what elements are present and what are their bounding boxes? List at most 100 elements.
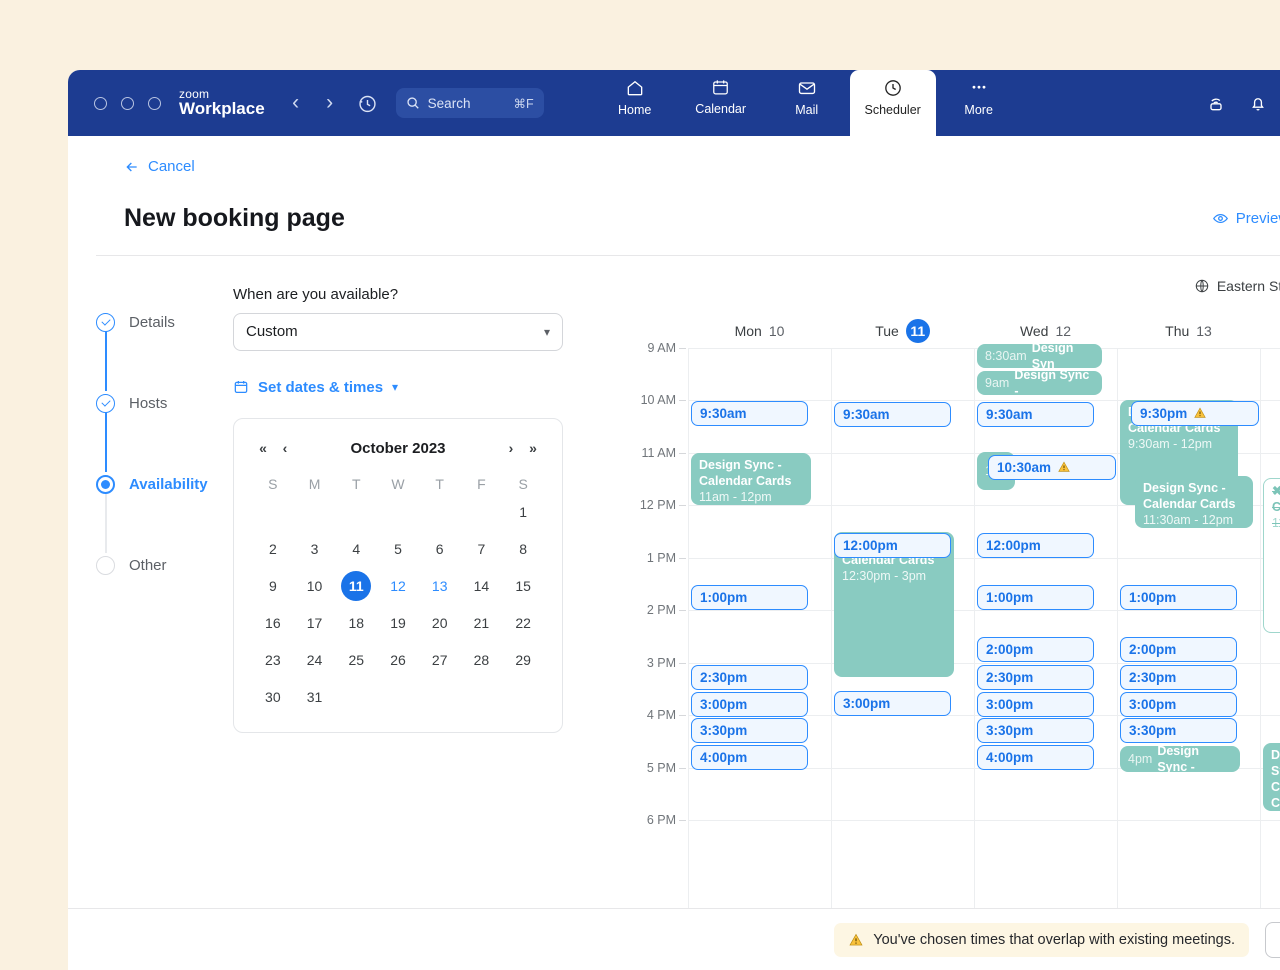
day-cell-21[interactable]: 21 xyxy=(461,608,503,638)
day-cell-5[interactable]: 5 xyxy=(377,534,419,564)
wifi-signal-icon[interactable] xyxy=(1206,93,1226,113)
day-cell-25[interactable]: 25 xyxy=(335,645,377,675)
day-cell-16[interactable]: 16 xyxy=(252,608,294,638)
day-cell-30[interactable]: 30 xyxy=(252,682,294,712)
tab-scheduler[interactable]: Scheduler xyxy=(850,70,936,136)
day-cell-2[interactable]: 2 xyxy=(252,534,294,564)
day-cell-13[interactable]: 13 xyxy=(419,571,461,601)
availability-slot-wed-1030am[interactable]: 10:30am xyxy=(988,455,1116,480)
availability-slot-wed-230pm[interactable]: 2:30pm xyxy=(977,665,1094,690)
step-label-hosts: Hosts xyxy=(129,395,167,412)
day-cell-3[interactable]: 3 xyxy=(294,534,336,564)
cancel-button[interactable]: Cancel xyxy=(124,158,195,175)
day-cell-19[interactable]: 19 xyxy=(377,608,419,638)
availability-slot-thu-930pm[interactable]: 9:30pm xyxy=(1131,401,1259,426)
availability-slot-thu-200pm[interactable]: 2:00pm xyxy=(1120,637,1237,662)
day-cell-28[interactable]: 28 xyxy=(461,645,503,675)
day-cell-15[interactable]: 15 xyxy=(502,571,544,601)
slot-time-label: 9:30pm xyxy=(1140,406,1187,421)
availability-calendar: Eastern Standard T Mon10Tue11Wed12Thu13 … xyxy=(628,256,1280,916)
sidebar-item-details[interactable]: Details xyxy=(96,310,233,336)
calendar-event-wed-9am[interactable]: 9amDesign Sync - xyxy=(977,371,1102,395)
day-cell-31[interactable]: 31 xyxy=(294,682,336,712)
availability-slot-mon-400pm[interactable]: 4:00pm xyxy=(691,745,808,770)
calendar-event-thu-4pm[interactable]: 4pmDesign Sync - xyxy=(1120,746,1240,772)
day-cell-6[interactable]: 6 xyxy=(419,534,461,564)
next-year-button[interactable]: » xyxy=(522,440,544,456)
event-time: 9am xyxy=(985,375,1009,391)
day-cell-11[interactable]: 11 xyxy=(335,571,377,601)
availability-slot-mon-100pm[interactable]: 1:00pm xyxy=(691,585,808,610)
prev-year-button[interactable]: « xyxy=(252,440,274,456)
day-cell-12[interactable]: 12 xyxy=(377,571,419,601)
nav-back-button[interactable]: ‹ xyxy=(279,91,313,115)
next-month-button[interactable]: › xyxy=(500,440,522,456)
search-input[interactable]: Search ⌘F xyxy=(396,88,544,118)
day-cell-9[interactable]: 9 xyxy=(252,571,294,601)
window-close-icon[interactable] xyxy=(94,97,107,110)
calendar-event-fri-4pm[interactable]: Design Sync - Calendar Cards xyxy=(1263,743,1280,811)
prev-month-button[interactable]: ‹ xyxy=(274,440,296,456)
availability-slot-tue-300pm[interactable]: 3:00pm xyxy=(834,691,951,716)
calendar-event-wed-830am[interactable]: 8:30amDesign Syn xyxy=(977,344,1102,368)
calendar-event-thu-1130am[interactable]: Design Sync - Calendar Cards11:30am - 12… xyxy=(1135,476,1253,528)
sidebar-item-other[interactable]: Other xyxy=(96,553,233,579)
sidebar-item-availability[interactable]: Availability xyxy=(96,472,233,498)
availability-slot-tue-1200pm[interactable]: 12:00pm xyxy=(834,533,951,558)
preview-booking-page-link[interactable]: Preview bo xyxy=(1212,210,1280,227)
availability-slot-mon-230pm[interactable]: 2:30pm xyxy=(691,665,808,690)
availability-slot-mon-930am[interactable]: 9:30am xyxy=(691,401,808,426)
day-cell-1[interactable]: 1 xyxy=(502,497,544,527)
calendar-grid[interactable]: 9 AM10 AM11 AM12 PM1 PM2 PM3 PM4 PM5 PM6… xyxy=(628,348,1280,916)
weekday-header: T xyxy=(335,471,377,497)
availability-slot-thu-230pm[interactable]: 2:30pm xyxy=(1120,665,1237,690)
availability-slot-thu-330pm[interactable]: 3:30pm xyxy=(1120,718,1237,743)
window-controls[interactable] xyxy=(94,97,161,110)
day-cell-14[interactable]: 14 xyxy=(461,571,503,601)
back-button[interactable]: Bac xyxy=(1265,922,1280,958)
availability-slot-thu-300pm[interactable]: 3:00pm xyxy=(1120,692,1237,717)
day-cell-29[interactable]: 29 xyxy=(502,645,544,675)
weekday-header: W xyxy=(377,471,419,497)
availability-slot-wed-1200pm[interactable]: 12:00pm xyxy=(977,533,1094,558)
set-dates-times-button[interactable]: Set dates & times ▾ xyxy=(233,379,398,396)
day-cell-27[interactable]: 27 xyxy=(419,645,461,675)
tab-calendar[interactable]: Calendar xyxy=(678,70,764,130)
window-maximize-icon[interactable] xyxy=(148,97,161,110)
bell-icon[interactable] xyxy=(1248,93,1268,113)
day-cell-10[interactable]: 10 xyxy=(294,571,336,601)
sidebar-item-hosts[interactable]: Hosts xyxy=(96,391,233,417)
day-cell-24[interactable]: 24 xyxy=(294,645,336,675)
availability-slot-wed-930am[interactable]: 9:30am xyxy=(977,402,1094,427)
availability-slot-thu-100pm[interactable]: 1:00pm xyxy=(1120,585,1237,610)
hour-tick xyxy=(679,505,686,506)
day-cell-4[interactable]: 4 xyxy=(335,534,377,564)
availability-slot-wed-200pm[interactable]: 2:00pm xyxy=(977,637,1094,662)
calendar-event-mon-11am[interactable]: Design Sync - Calendar Cards11am - 12pm xyxy=(691,453,811,505)
availability-slot-mon-300pm[interactable]: 3:00pm xyxy=(691,692,808,717)
day-cell-17[interactable]: 17 xyxy=(294,608,336,638)
nav-forward-button[interactable]: › xyxy=(313,91,347,115)
day-cell-23[interactable]: 23 xyxy=(252,645,294,675)
tab-more[interactable]: More xyxy=(936,70,1022,130)
day-cell-8[interactable]: 8 xyxy=(502,534,544,564)
day-cell-18[interactable]: 18 xyxy=(335,608,377,638)
day-cell-7[interactable]: 7 xyxy=(461,534,503,564)
availability-slot-tue-930am[interactable]: 9:30am xyxy=(834,402,951,427)
calendar-event-fri-declined[interactable]: ✖ Design Sync - Calendar Cards11am - xyxy=(1263,478,1280,633)
day-cell-26[interactable]: 26 xyxy=(377,645,419,675)
window-minimize-icon[interactable] xyxy=(121,97,134,110)
tab-home[interactable]: Home xyxy=(592,70,678,130)
availability-slot-wed-300pm[interactable]: 3:00pm xyxy=(977,692,1094,717)
day-cell-20[interactable]: 20 xyxy=(419,608,461,638)
day-blank: 0 xyxy=(461,497,503,527)
availability-slot-wed-400pm[interactable]: 4:00pm xyxy=(977,745,1094,770)
history-icon[interactable] xyxy=(357,93,378,114)
tab-mail[interactable]: Mail xyxy=(764,70,850,130)
availability-slot-mon-330pm[interactable]: 3:30pm xyxy=(691,718,808,743)
availability-select[interactable]: Custom ▾ xyxy=(233,313,563,351)
timezone-indicator[interactable]: Eastern Standard T xyxy=(1194,278,1280,294)
day-cell-22[interactable]: 22 xyxy=(502,608,544,638)
availability-slot-wed-330pm[interactable]: 3:30pm xyxy=(977,718,1094,743)
availability-slot-wed-100pm[interactable]: 1:00pm xyxy=(977,585,1094,610)
